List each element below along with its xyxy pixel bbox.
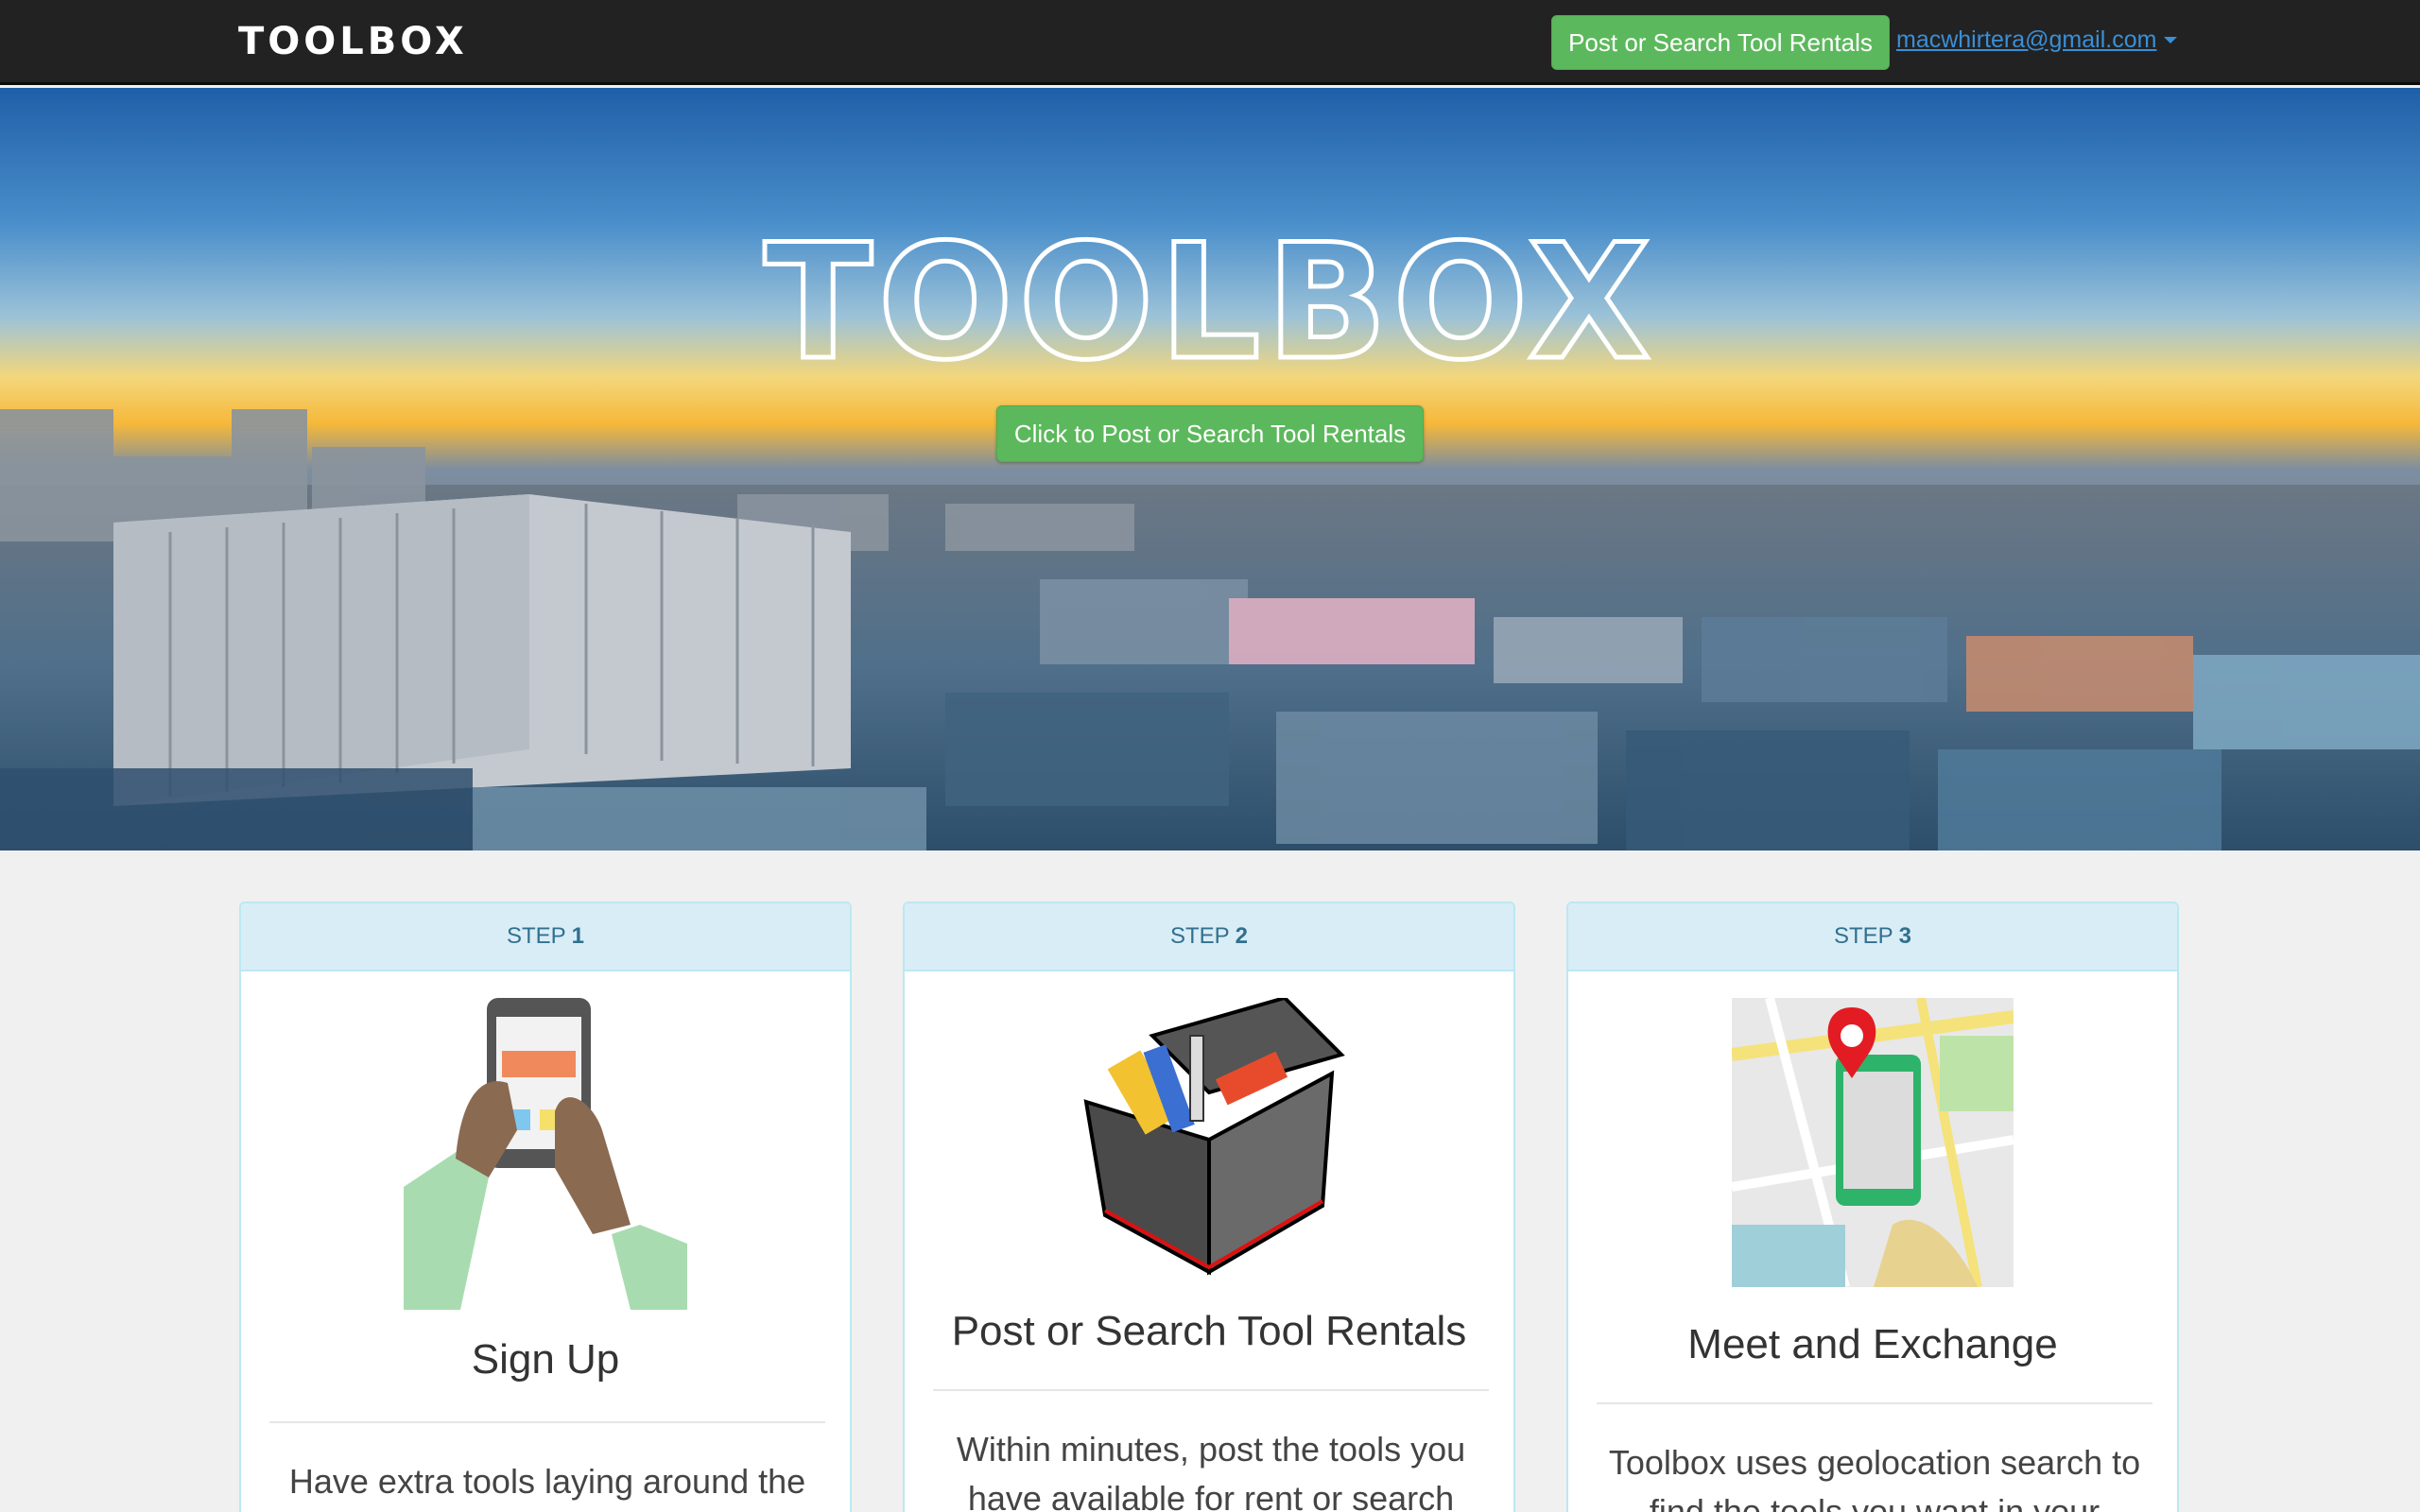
step-title: Sign Up — [471, 1336, 620, 1383]
user-email[interactable]: macwhirtera@gmail.com — [1896, 26, 2156, 54]
step-card-1: STEP 1 Sign Up Have extra tools laying a… — [239, 902, 852, 1512]
step-number: 2 — [1235, 923, 1249, 949]
brand-text[interactable]: TOOLBOX — [238, 20, 468, 63]
step-description: Have extra tools laying around the — [288, 1462, 806, 1501]
map-location-pin-phone-illustration — [1568, 998, 2177, 1287]
step-card-3: STEP 3 Meet and Exchange Toolbox uses ge… — [1566, 902, 2179, 1512]
city-skyline-background — [0, 88, 2420, 850]
top-navbar: TOOLBOX Post or Search Tool Rentals macw… — [0, 0, 2420, 85]
step-number: 1 — [571, 923, 585, 949]
step-heading: STEP 3 — [1568, 903, 2177, 971]
brand-logo[interactable]: TOOLBOX — [238, 17, 468, 66]
step-card-2: STEP 2 Post or Search Tool Rentals Withi… — [903, 902, 1515, 1512]
step-number: 3 — [1898, 923, 1912, 949]
divider — [1597, 1402, 2152, 1404]
step-description: Within minutes, post the tools you have … — [956, 1430, 1466, 1512]
step-label: STEP — [506, 923, 566, 949]
step-title: Meet and Exchange — [1687, 1321, 2058, 1367]
step-title: Post or Search Tool Rentals — [951, 1308, 1467, 1354]
divider — [933, 1389, 1489, 1391]
step-label: STEP — [1169, 923, 1230, 949]
step-label: STEP — [1833, 923, 1893, 949]
hero-post-search-button[interactable]: Click to Post or Search Tool Rentals — [996, 405, 1424, 462]
toolbox-with-tools-illustration — [905, 998, 1513, 1281]
hands-holding-phone-illustration — [241, 998, 850, 1310]
step-heading: STEP 1 — [241, 903, 850, 971]
divider — [269, 1421, 825, 1423]
step-heading: STEP 2 — [905, 903, 1513, 971]
hero-logo: TOOLBOX — [762, 211, 1656, 398]
post-search-rentals-button[interactable]: Post or Search Tool Rentals — [1551, 15, 1890, 70]
hero-title-text: TOOLBOX — [764, 211, 1656, 395]
caret-down-icon[interactable] — [2164, 36, 2178, 43]
user-account-menu[interactable]: macwhirtera@gmail.com — [1896, 23, 2178, 57]
step-description: Toolbox uses geolocation search to find … — [1608, 1443, 2141, 1512]
hero-banner: TOOLBOX Click to Post or Search Tool Ren… — [0, 88, 2420, 850]
